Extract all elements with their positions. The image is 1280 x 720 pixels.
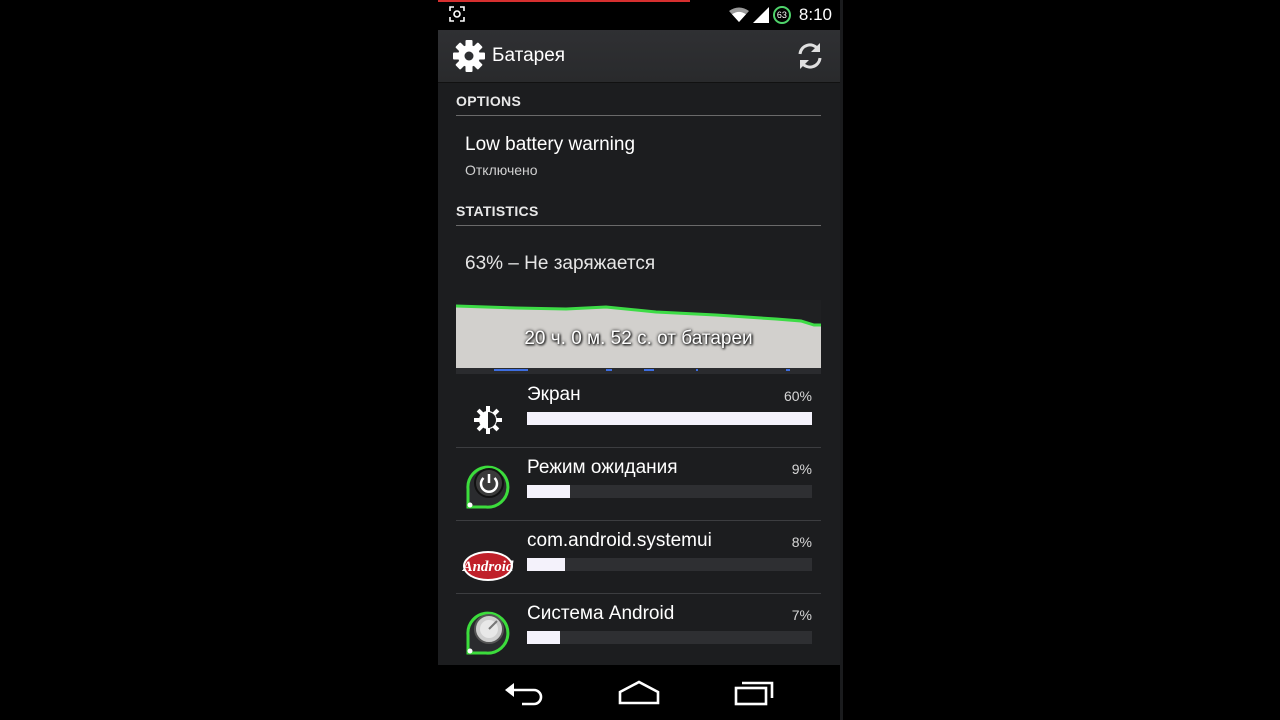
usage-bar bbox=[527, 631, 812, 644]
navigation-bar bbox=[438, 665, 840, 720]
refresh-icon[interactable] bbox=[794, 40, 826, 72]
usage-row-standby[interactable]: Режим ожидания 9% bbox=[456, 448, 821, 521]
battery-history-graph[interactable]: 20 ч. 0 м. 52 с. от батареи bbox=[455, 300, 821, 374]
low-battery-title: Low battery warning bbox=[465, 134, 636, 155]
usage-label: Режим ожидания bbox=[527, 457, 678, 478]
usage-row-android-system[interactable]: Система Android 7% bbox=[456, 594, 821, 667]
usage-percent: 60% bbox=[783, 388, 812, 404]
brightness-icon bbox=[474, 406, 502, 434]
usage-bar-fill bbox=[527, 485, 570, 498]
usage-percent: 8% bbox=[791, 534, 812, 550]
page-title: Батарея bbox=[492, 45, 566, 66]
status-icons: 63 8:10 bbox=[728, 4, 832, 26]
usage-bar-fill bbox=[527, 558, 565, 571]
usage-row-systemui[interactable]: Android com.android.systemui 8% bbox=[456, 521, 821, 594]
svg-text:Android: Android bbox=[462, 559, 514, 575]
usage-label: Система Android bbox=[527, 603, 675, 624]
battery-status: 63% – Не заряжается bbox=[465, 253, 656, 274]
android-system-icon bbox=[466, 611, 510, 655]
settings-icon[interactable] bbox=[452, 39, 486, 73]
home-icon[interactable] bbox=[614, 677, 664, 707]
usage-bar bbox=[527, 485, 812, 498]
low-battery-value: Отключено bbox=[465, 162, 538, 178]
wifi-icon bbox=[728, 7, 749, 22]
usage-percent: 7% bbox=[791, 607, 812, 623]
battery-time-label: 20 ч. 0 м. 52 с. от батареи bbox=[524, 328, 753, 349]
back-icon[interactable] bbox=[500, 677, 550, 707]
statistics-header: STATISTICS bbox=[456, 203, 821, 226]
notification-progress-line bbox=[438, 0, 690, 2]
usage-label: com.android.systemui bbox=[527, 530, 712, 551]
side-divider bbox=[840, 0, 843, 720]
recents-icon[interactable] bbox=[730, 677, 780, 707]
battery-level-icon: 63 bbox=[772, 6, 791, 24]
screenshot-icon bbox=[449, 6, 465, 22]
usage-bar-fill bbox=[527, 631, 561, 644]
usage-row-screen[interactable]: Экран 60% bbox=[456, 375, 821, 448]
signal-icon bbox=[752, 7, 769, 23]
phone-screen: 63 8:10 Батарея OPTIONS Low battery warn… bbox=[438, 0, 840, 720]
android-logo-icon: Android bbox=[462, 551, 514, 581]
power-standby-icon bbox=[466, 465, 510, 509]
usage-bar-fill bbox=[527, 412, 812, 425]
options-header: OPTIONS bbox=[456, 93, 821, 116]
action-bar: Батарея bbox=[438, 30, 840, 83]
usage-percent: 9% bbox=[791, 461, 812, 477]
usage-label: Экран bbox=[527, 384, 581, 405]
status-bar: 63 8:10 bbox=[438, 0, 840, 30]
clock: 8:10 bbox=[798, 5, 832, 24]
usage-bar bbox=[527, 558, 812, 571]
usage-bar bbox=[527, 412, 812, 425]
